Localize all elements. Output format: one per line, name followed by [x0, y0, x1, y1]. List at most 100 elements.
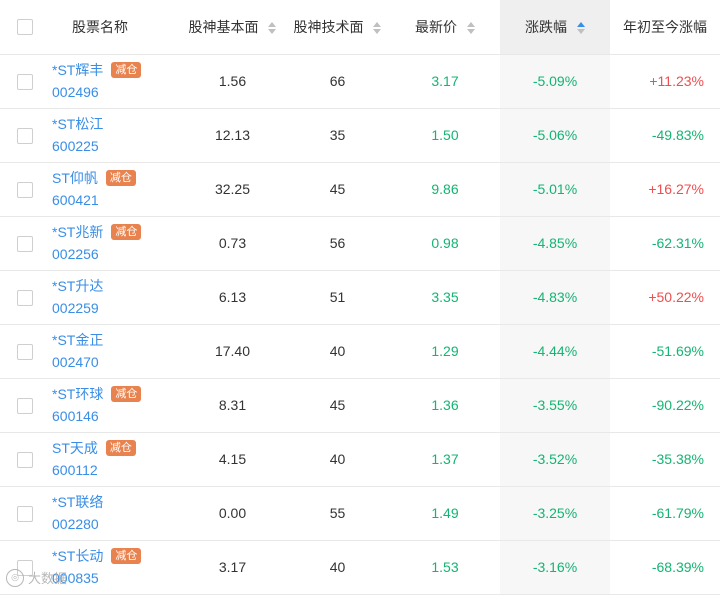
change-cell: -3.25%: [500, 486, 610, 541]
stock-name-cell: *ST升达 002259: [50, 270, 180, 325]
ytd-cell: +50.22%: [610, 270, 720, 325]
sort-icon[interactable]: [373, 22, 382, 35]
header-technical[interactable]: 股神技术面: [285, 0, 390, 55]
fundamental-cell: 3.17: [180, 540, 285, 595]
stock-name-link[interactable]: *ST升达: [52, 275, 103, 297]
table-row[interactable]: ST天成 减仓 600112 4.15 40 1.37 -3.52% -35.38%: [0, 432, 720, 487]
price-cell: 1.37: [390, 432, 500, 487]
header-change[interactable]: 涨跌幅: [500, 0, 610, 55]
stock-name-cell: *ST长动 减仓 000835: [50, 540, 180, 595]
fundamental-cell: 32.25: [180, 162, 285, 217]
row-checkbox[interactable]: [17, 451, 33, 468]
fundamental-cell: 1.56: [180, 54, 285, 109]
change-cell: -4.44%: [500, 324, 610, 379]
watermark-text: 大数据: [28, 572, 68, 587]
row-checkbox[interactable]: [17, 343, 33, 360]
select-all-checkbox[interactable]: [17, 19, 33, 36]
header-price[interactable]: 最新价: [390, 0, 500, 55]
stock-code-link[interactable]: 002280: [52, 513, 103, 535]
technical-cell: 66: [285, 54, 390, 109]
fundamental-cell: 12.13: [180, 108, 285, 163]
price-cell: 3.35: [390, 270, 500, 325]
price-cell: 1.53: [390, 540, 500, 595]
stock-name-cell: ST天成 减仓 600112: [50, 432, 180, 487]
technical-cell: 40: [285, 324, 390, 379]
table-row[interactable]: *ST金正 002470 17.40 40 1.29 -4.44% -51.69%: [0, 324, 720, 379]
change-cell: -4.85%: [500, 216, 610, 271]
table-row[interactable]: *ST松江 600225 12.13 35 1.50 -5.06% -49.83%: [0, 108, 720, 163]
price-cell: 9.86: [390, 162, 500, 217]
stock-name-link[interactable]: *ST联络: [52, 491, 103, 513]
stock-name-link[interactable]: ST天成: [52, 437, 98, 459]
stock-name-link[interactable]: *ST兆新: [52, 221, 103, 243]
row-select-cell: [0, 162, 50, 217]
change-cell: -3.55%: [500, 378, 610, 433]
ytd-cell: -68.39%: [610, 540, 720, 595]
row-checkbox[interactable]: [17, 127, 33, 144]
table-row[interactable]: *ST兆新 减仓 002256 0.73 56 0.98 -4.85% -62.31%: [0, 216, 720, 271]
watermark-logo-icon: ◎: [6, 568, 24, 587]
technical-cell: 51: [285, 270, 390, 325]
change-cell: -3.52%: [500, 432, 610, 487]
stock-code-link[interactable]: 002496: [52, 81, 141, 103]
table-row[interactable]: *ST升达 002259 6.13 51 3.35 -4.83% +50.22%: [0, 270, 720, 325]
sort-icon[interactable]: [268, 22, 277, 35]
stock-name-link[interactable]: *ST环球: [52, 383, 103, 405]
row-checkbox[interactable]: [17, 289, 33, 306]
row-checkbox[interactable]: [17, 181, 33, 198]
ytd-cell: -61.79%: [610, 486, 720, 541]
reduce-position-badge: 减仓: [111, 62, 142, 78]
table-row[interactable]: *ST联络 002280 0.00 55 1.49 -3.25% -61.79%: [0, 486, 720, 541]
stock-code-link[interactable]: 600225: [52, 135, 103, 157]
technical-cell: 35: [285, 108, 390, 163]
row-select-cell: [0, 216, 50, 271]
stock-code-link[interactable]: 600112: [52, 459, 136, 481]
stock-name-cell: *ST环球 减仓 600146: [50, 378, 180, 433]
stock-name-cell: *ST金正 002470: [50, 324, 180, 379]
row-select-cell: [0, 54, 50, 109]
table-row[interactable]: *ST长动 减仓 000835 3.17 40 1.53 -3.16% -68.39%: [0, 540, 720, 595]
row-select-cell: [0, 486, 50, 541]
header-fundamental[interactable]: 股神基本面: [180, 0, 285, 55]
stock-code-link[interactable]: 002256: [52, 243, 141, 265]
technical-cell: 40: [285, 432, 390, 487]
ytd-cell: -51.69%: [610, 324, 720, 379]
stock-name-cell: ST仰帆 减仓 600421: [50, 162, 180, 217]
watermark: ◎ 大数据: [6, 568, 67, 587]
row-select-cell: [0, 432, 50, 487]
header-ytd[interactable]: 年初至今涨幅: [610, 0, 720, 55]
ytd-cell: -62.31%: [610, 216, 720, 271]
header-fundamental-label: 股神基本面: [188, 18, 259, 35]
technical-cell: 45: [285, 162, 390, 217]
price-cell: 1.29: [390, 324, 500, 379]
table-row[interactable]: ST仰帆 减仓 600421 32.25 45 9.86 -5.01% +16.27%: [0, 162, 720, 217]
stock-code-link[interactable]: 600421: [52, 189, 136, 211]
sort-icon[interactable]: [466, 22, 475, 35]
table-header-row: 股票名称 股神基本面 股神技术面 最新价 涨跌幅 年初至今涨幅: [0, 0, 720, 55]
table-row[interactable]: *ST环球 减仓 600146 8.31 45 1.36 -3.55% -90.22%: [0, 378, 720, 433]
stock-name-cell: *ST联络 002280: [50, 486, 180, 541]
row-checkbox[interactable]: [17, 397, 33, 414]
header-change-label: 涨跌幅: [525, 18, 568, 35]
row-checkbox[interactable]: [17, 73, 33, 90]
header-technical-label: 股神技术面: [293, 18, 364, 35]
ytd-cell: -35.38%: [610, 432, 720, 487]
stock-code-link[interactable]: 600146: [52, 405, 141, 427]
stock-code-link[interactable]: 002470: [52, 351, 103, 373]
table-row[interactable]: *ST辉丰 减仓 002496 1.56 66 3.17 -5.09% +11.23%: [0, 54, 720, 109]
fundamental-cell: 17.40: [180, 324, 285, 379]
stock-name-link[interactable]: *ST辉丰: [52, 59, 103, 81]
header-stock-name: 股票名称: [50, 0, 180, 55]
sort-ascending-icon[interactable]: [576, 22, 585, 35]
stock-name-cell: *ST兆新 减仓 002256: [50, 216, 180, 271]
stock-name-link[interactable]: *ST长动: [52, 545, 103, 567]
stock-code-link[interactable]: 002259: [52, 297, 103, 319]
row-checkbox[interactable]: [17, 505, 33, 522]
reduce-position-badge: 减仓: [105, 440, 136, 456]
stock-name-link[interactable]: ST仰帆: [52, 167, 98, 189]
stock-name-link[interactable]: *ST金正: [52, 329, 103, 351]
fundamental-cell: 0.00: [180, 486, 285, 541]
stock-name-link[interactable]: *ST松江: [52, 113, 103, 135]
row-checkbox[interactable]: [17, 235, 33, 252]
fundamental-cell: 6.13: [180, 270, 285, 325]
